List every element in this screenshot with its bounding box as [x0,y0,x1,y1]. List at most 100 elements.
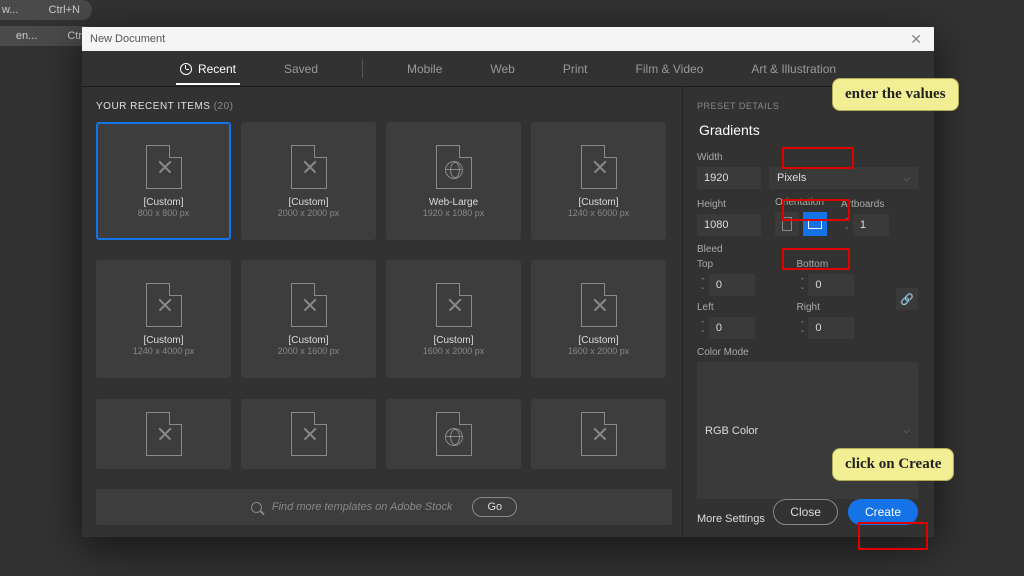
tab-print[interactable]: Print [559,54,592,84]
search-icon [251,502,262,513]
dialog-title: New Document [90,33,165,45]
stepper-arrows[interactable]: ⌃⌄ [841,219,853,231]
artboards-input[interactable] [853,214,889,236]
bleed-top-input[interactable] [709,274,755,296]
bg-menu-label: en... [16,30,37,42]
preset-card[interactable]: [Custom]1600 x 2000 px [531,260,666,378]
background-menu: w...Ctrl+N en... Ctr [0,0,94,52]
globe-icon [436,145,472,189]
section-title: YOUR RECENT ITEMS (20) [96,101,672,112]
artboards-label: Artboards [841,199,889,210]
callout-click-create: click on Create [832,448,954,481]
preset-card[interactable] [531,399,666,469]
preset-card[interactable]: Web-Large1920 x 1080 px [386,122,521,240]
portrait-icon [782,217,792,231]
document-x-icon [146,283,182,327]
preset-card[interactable]: [Custom]1240 x 6000 px [531,122,666,240]
document-x-icon [291,145,327,189]
width-label: Width [697,152,918,163]
preset-card-dims: 800 x 800 px [138,208,190,218]
preset-card-name: Web-Large [429,197,478,208]
document-x-icon [581,283,617,327]
orientation-label: Orientation [775,197,827,208]
preset-card[interactable]: [Custom]1600 x 2000 px [386,260,521,378]
presets-panel: YOUR RECENT ITEMS (20) [Custom]800 x 800… [82,87,682,537]
bleed-left-input[interactable] [709,317,755,339]
dialog-footer: Close Create [773,499,918,525]
preset-card-name: [Custom] [288,335,328,346]
preset-card[interactable]: [Custom]2000 x 1600 px [241,260,376,378]
bleed-bottom-input[interactable] [808,274,854,296]
tab-mobile[interactable]: Mobile [403,54,446,84]
bg-menu-shortcut: Ctr [67,30,82,42]
document-x-icon [291,283,327,327]
new-document-dialog: New Document ✕ Recent Saved Mobile Web P… [82,27,934,537]
document-x-icon [581,412,617,456]
preset-card[interactable] [241,399,376,469]
colormode-label: Color Mode [697,347,918,358]
colormode-value: RGB Color [705,425,758,437]
bleed-left-label: Left [697,302,787,313]
bg-menu-new[interactable]: w...Ctrl+N [0,0,92,20]
preset-card[interactable]: [Custom]800 x 800 px [96,122,231,240]
bleed-label: Bleed [697,244,918,255]
tab-film-video[interactable]: Film & Video [632,54,708,84]
document-x-icon [146,145,182,189]
preset-card-name: [Custom] [433,335,473,346]
document-x-icon [436,283,472,327]
preset-card-dims: 1600 x 2000 px [568,346,630,356]
preset-card-name: [Custom] [143,197,183,208]
stepper-arrows[interactable]: ⌃⌄ [797,279,809,291]
close-icon[interactable]: ✕ [906,31,926,48]
preset-card[interactable]: [Custom]1240 x 4000 px [96,260,231,378]
landscape-icon [808,219,822,229]
chevron-down-icon: ⌵ [903,173,910,184]
bg-menu-open[interactable]: en... Ctr [0,26,94,46]
preset-card-name: [Custom] [288,197,328,208]
bleed-top-label: Top [697,259,787,270]
preset-card-dims: 2000 x 2000 px [278,208,340,218]
bleed-right-input[interactable] [808,317,854,339]
preset-card-dims: 1240 x 6000 px [568,208,630,218]
tab-divider [362,60,363,78]
template-search-bar: Find more templates on Adobe Stock Go [96,489,672,525]
preset-card-dims: 1600 x 2000 px [423,346,485,356]
tab-art-illustration[interactable]: Art & Illustration [747,54,840,84]
stepper-arrows[interactable]: ⌃⌄ [797,322,809,334]
go-button[interactable]: Go [472,497,517,517]
tab-saved[interactable]: Saved [280,54,322,84]
close-button[interactable]: Close [773,499,838,525]
width-input[interactable] [697,167,761,189]
titlebar: New Document ✕ [82,27,934,51]
preset-card-dims: 1240 x 4000 px [133,346,195,356]
tab-web[interactable]: Web [486,54,518,84]
preset-card-name: [Custom] [578,197,618,208]
height-input[interactable] [697,214,761,236]
globe-icon [436,412,472,456]
create-button[interactable]: Create [848,499,918,525]
preset-card-name: [Custom] [143,335,183,346]
preset-card-dims: 1920 x 1080 px [423,208,485,218]
link-bleed-icon[interactable]: 🔗 [896,288,918,310]
units-value: Pixels [777,172,806,184]
clock-icon [180,63,192,75]
preset-card[interactable] [386,399,521,469]
units-select[interactable]: Pixels ⌵ [769,167,918,189]
tab-recent[interactable]: Recent [176,54,240,84]
document-name-input[interactable] [697,119,918,142]
bg-menu-shortcut: Ctrl+N [49,4,80,16]
bleed-right-label: Right [797,302,887,313]
orientation-landscape-button[interactable] [803,212,827,236]
document-x-icon [581,145,617,189]
preset-card[interactable] [96,399,231,469]
preset-grid: [Custom]800 x 800 px[Custom]2000 x 2000 … [96,122,672,479]
preset-card[interactable]: [Custom]2000 x 2000 px [241,122,376,240]
search-placeholder[interactable]: Find more templates on Adobe Stock [272,501,453,513]
callout-enter-values: enter the values [832,78,959,111]
height-label: Height [697,199,761,210]
tab-label: Recent [198,62,236,76]
orientation-portrait-button[interactable] [775,212,799,236]
stepper-arrows[interactable]: ⌃⌄ [697,279,709,291]
document-x-icon [291,412,327,456]
stepper-arrows[interactable]: ⌃⌄ [697,322,709,334]
